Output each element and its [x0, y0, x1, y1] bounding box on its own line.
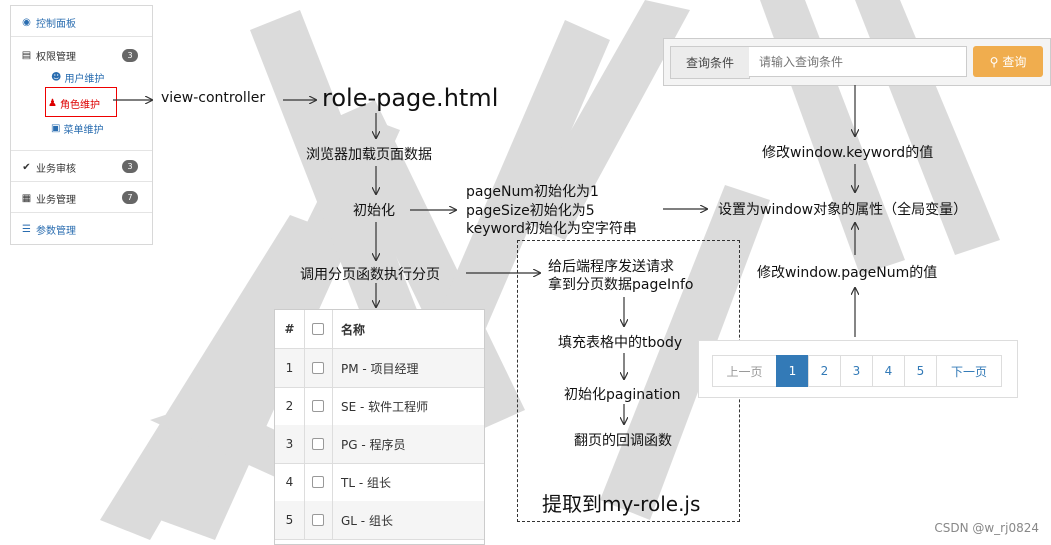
- browser-load-label: 浏览器加载页面数据: [306, 147, 432, 163]
- init-page-num: pageNum初始化为1: [466, 184, 599, 200]
- row-num: 4: [275, 463, 305, 501]
- row-checkbox-cell: [304, 425, 333, 463]
- role-page-label: role-page.html: [322, 84, 499, 112]
- column-header-name: 名称: [341, 322, 366, 337]
- row-name: PG - 程序员: [341, 437, 406, 452]
- row-checkbox[interactable]: [312, 438, 324, 450]
- row-name: TL - 组长: [341, 475, 391, 490]
- view-controller-label: view-controller: [161, 90, 266, 106]
- row-num: 3: [275, 425, 305, 463]
- row-num: 1: [275, 349, 305, 387]
- pagination-page[interactable]: 4: [872, 355, 905, 387]
- pagination: 上一页 1 2 3 4 5 下一页: [698, 340, 1018, 398]
- pagination-page[interactable]: 5: [904, 355, 937, 387]
- init-label: 初始化: [353, 203, 395, 219]
- table-row: 4 TL - 组长: [275, 463, 484, 502]
- row-checkbox-cell: [304, 463, 333, 501]
- table-row: 2 SE - 软件工程师: [275, 387, 484, 426]
- row-name: GL - 组长: [341, 513, 393, 528]
- init-keyword: keyword初始化为空字符串: [466, 221, 637, 237]
- init-page-size: pageSize初始化为5: [466, 203, 595, 219]
- pagination-prev[interactable]: 上一页: [712, 355, 777, 387]
- row-checkbox[interactable]: [312, 362, 324, 374]
- row-checkbox-cell: [304, 387, 333, 425]
- pagination-page[interactable]: 3: [840, 355, 873, 387]
- pagination-page[interactable]: 2: [808, 355, 841, 387]
- row-checkbox[interactable]: [312, 400, 324, 412]
- call-paging-label: 调用分页函数执行分页: [300, 267, 440, 283]
- row-checkbox-cell: [304, 349, 333, 387]
- pagination-page[interactable]: 1: [776, 355, 809, 387]
- select-all-cell: [304, 310, 333, 348]
- credit-text: CSDN @w_rj0824: [934, 521, 1039, 535]
- modify-page-num-label: 修改window.pageNum的值: [757, 265, 938, 281]
- row-checkbox-cell: [304, 501, 333, 539]
- column-header-num: #: [275, 310, 305, 348]
- set-global-label: 设置为window对象的属性（全局变量）: [718, 202, 968, 218]
- pagination-next[interactable]: 下一页: [936, 355, 1002, 387]
- table-row: 1 PM - 项目经理: [275, 349, 484, 388]
- row-checkbox[interactable]: [312, 514, 324, 526]
- select-all-checkbox[interactable]: [312, 323, 324, 335]
- table-row: 5 GL - 组长: [275, 501, 484, 540]
- role-table: # 名称 1 PM - 项目经理 2 SE - 软件工程师 3 PG - 程序员…: [274, 309, 485, 545]
- row-checkbox[interactable]: [312, 476, 324, 488]
- modify-keyword-label: 修改window.keyword的值: [762, 145, 934, 161]
- row-num: 2: [275, 387, 305, 425]
- row-name: SE - 软件工程师: [341, 399, 429, 414]
- row-num: 5: [275, 501, 305, 539]
- row-name: PM - 项目经理: [341, 361, 419, 376]
- table-row: 3 PG - 程序员: [275, 425, 484, 464]
- table-header-row: # 名称: [275, 310, 484, 349]
